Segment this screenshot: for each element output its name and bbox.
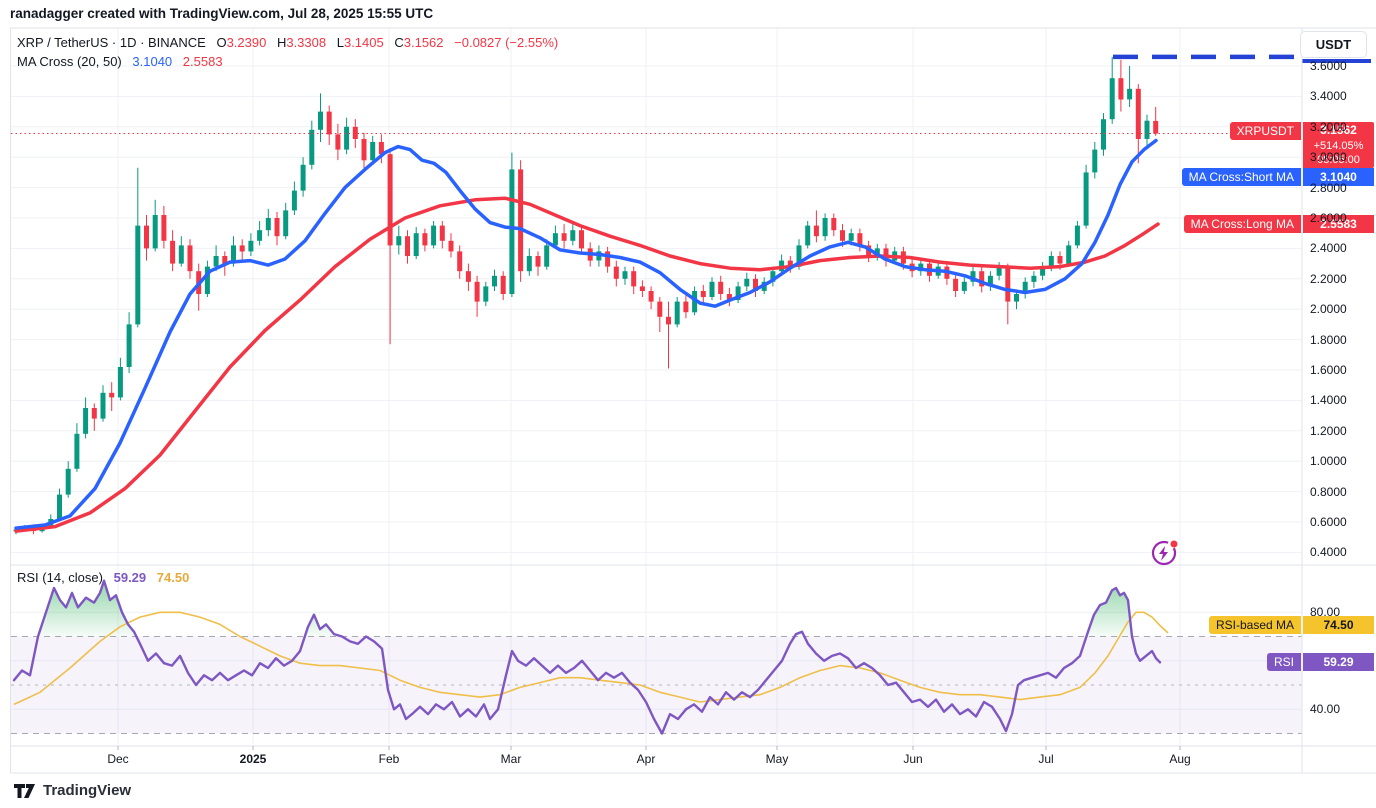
price-axis-label: 3.6000 [1310, 60, 1347, 72]
price-axis-label: 1.4000 [1310, 394, 1347, 406]
price-axis-label: 3.2000 [1310, 121, 1347, 133]
price-axis-label: 1.0000 [1310, 455, 1347, 467]
currency-toggle-button[interactable]: USDT [1300, 31, 1367, 58]
ohlc-change: −0.0827 (−2.55%) [454, 35, 558, 50]
rsi-legend-row[interactable]: RSI (14, close) 59.29 74.50 [17, 570, 189, 585]
price-axis-label: 1.6000 [1310, 364, 1347, 376]
rsi-axis-label: 80.00 [1310, 606, 1340, 618]
ma-short-legend-value: 3.1040 [132, 54, 172, 69]
symbol-legend-row[interactable]: XRP / TetherUS · 1D · BINANCE O3.2390 H3… [17, 35, 558, 50]
rsi-legend-value: 59.29 [114, 570, 147, 585]
rsi-tag: RSI [1267, 653, 1301, 671]
rsi-legend-label: RSI (14, close) [17, 570, 103, 585]
ohlc-low-label: L [337, 35, 344, 50]
rsi-axis-value: 59.29 [1303, 653, 1374, 671]
short-ma-tag: MA Cross:Short MA [1182, 168, 1301, 186]
ohlc-high-label: H [277, 35, 286, 50]
price-axis-label: 3.4000 [1310, 90, 1347, 102]
price-axis-label: 0.6000 [1310, 516, 1347, 528]
time-axis-label-aug: Aug [1169, 753, 1190, 765]
rsi-ma-tag: RSI-based MA [1209, 616, 1301, 634]
time-axis-label-may: May [766, 753, 789, 765]
long-ma-tag: MA Cross:Long MA [1184, 215, 1301, 233]
ohlc-close-label: C [394, 35, 403, 50]
tradingview-logo-text: TradingView [43, 782, 131, 799]
price-axis-label: 2.0000 [1310, 303, 1347, 315]
time-axis-label-feb: Feb [379, 753, 400, 765]
rsi-axis-label: 40.00 [1310, 703, 1340, 715]
time-axis-label-apr: Apr [637, 753, 656, 765]
ma-cross-label: MA Cross (20, 50) [17, 54, 122, 69]
price-axis-label: 1.8000 [1310, 334, 1347, 346]
price-axis-label: 2.6000 [1310, 212, 1347, 224]
symbol-price-tag: XRPUSDT [1230, 122, 1301, 140]
rsi-ma-legend-value: 74.50 [157, 570, 190, 585]
time-axis-label-dec: Dec [107, 753, 128, 765]
events-flash-icon[interactable] [1151, 538, 1179, 566]
price-axis-label: 2.4000 [1310, 242, 1347, 254]
price-axis-label: 3.0000 [1310, 151, 1347, 163]
price-axis-label: 0.4000 [1310, 546, 1347, 558]
tradingview-logo-icon [14, 783, 36, 799]
ohlc-low-value: 3.1405 [344, 35, 384, 50]
time-axis-label-jun: Jun [903, 753, 922, 765]
price-axis-label: 1.2000 [1310, 425, 1347, 437]
ohlc-high-value: 3.3308 [286, 35, 326, 50]
time-axis-label-jul: Jul [1038, 753, 1053, 765]
ohlc-open-value: 3.2390 [227, 35, 267, 50]
ohlc-close-value: 3.1562 [404, 35, 444, 50]
attribution-text: ranadagger created with TradingView.com,… [10, 6, 433, 21]
price-axis-label: 0.8000 [1310, 486, 1347, 498]
price-axis-label: 2.8000 [1310, 182, 1347, 194]
time-axis-label-2025: 2025 [240, 753, 267, 765]
ma-long-legend-value: 2.5583 [183, 54, 223, 69]
price-axis-label: 2.2000 [1310, 273, 1347, 285]
chart-canvas[interactable] [0, 0, 1376, 808]
tradingview-logo: TradingView [14, 782, 131, 799]
ohlc-open-label: O [216, 35, 226, 50]
tradingview-chart-widget: ranadagger created with TradingView.com,… [0, 0, 1376, 808]
time-axis-label-mar: Mar [501, 753, 522, 765]
symbol-title: XRP / TetherUS · 1D · BINANCE [17, 35, 206, 50]
ma-cross-legend-row[interactable]: MA Cross (20, 50) 3.1040 2.5583 [17, 54, 223, 69]
